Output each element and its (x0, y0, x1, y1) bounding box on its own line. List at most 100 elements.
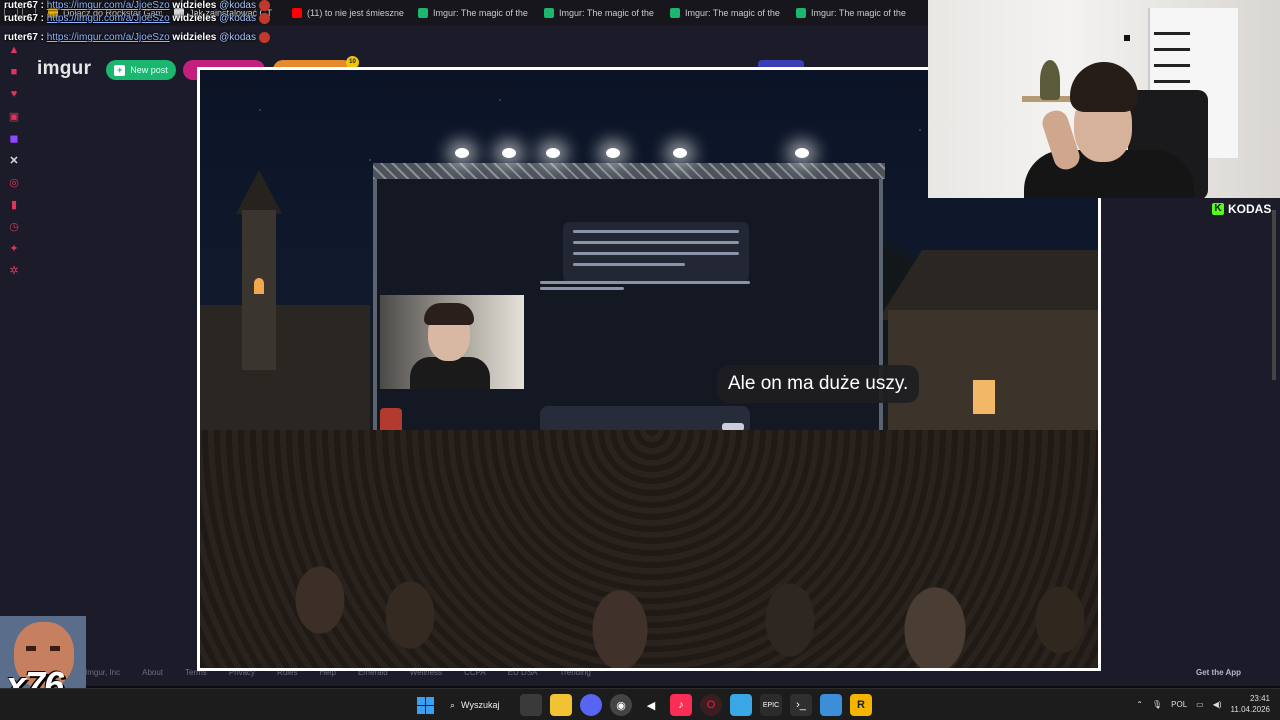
chat-mention: @kodas (219, 0, 256, 12)
network-icon[interactable]: ▭ (1196, 700, 1204, 709)
clock-time: 23:41 (1249, 694, 1270, 703)
imgur-icon (796, 8, 807, 18)
screen-webcam (380, 295, 524, 389)
chevron-up-icon[interactable]: ⌃ (1136, 700, 1143, 709)
decor-stripe (1154, 32, 1190, 35)
clock-icon[interactable]: ◷ (8, 220, 20, 233)
emote-eye (50, 646, 60, 651)
settings-icon[interactable]: ✲ (8, 264, 20, 277)
emote-icon (258, 12, 270, 24)
chat-username: ruter67 : (4, 12, 45, 24)
stage-light (606, 148, 620, 158)
rockstar-icon[interactable]: R (850, 694, 872, 716)
tab-label: (11) to nie jest śmieszne (307, 8, 404, 18)
stage-light (546, 148, 560, 158)
browser-tab[interactable]: Imgur: The magic of the (410, 3, 532, 23)
file-explorer-icon[interactable] (550, 694, 572, 716)
steam-icon[interactable]: ◉ (610, 694, 632, 716)
flame-icon[interactable]: ▲ (8, 44, 20, 56)
notepad-icon[interactable] (730, 694, 752, 716)
streamer-webcam (928, 0, 1280, 198)
browser-tab[interactable]: (11) to nie jest śmieszne (284, 3, 406, 23)
x-icon[interactable]: ✕ (8, 154, 20, 167)
image-icon[interactable]: ▣ (8, 110, 20, 123)
plant (1040, 60, 1060, 100)
imgur-icon (670, 8, 681, 18)
tab-label: Imgur: The magic of the (433, 8, 528, 18)
search-icon: ⌕ (450, 699, 456, 710)
streamer-brand: K KODAS (1212, 202, 1271, 216)
new-post-button[interactable]: + New post (106, 60, 176, 80)
chat-link[interactable]: https://imgur.com/a/JjoeSzo (47, 32, 170, 43)
heart-icon[interactable]: ♥ (8, 88, 20, 100)
start-icon[interactable] (414, 694, 436, 716)
chat-link[interactable]: https://imgur.com/a/JjoeSzo (47, 13, 170, 24)
stage-light (455, 148, 469, 158)
windows-taskbar: ⌕ Wyszukaj ◉ ◀ ♪ O EPIC ›_ R ⌃ 🎙 POL ▭ ◀… (0, 688, 1280, 720)
crowd (200, 430, 1098, 668)
kick-icon: K (1212, 203, 1224, 215)
star-icon[interactable]: ✦ (8, 242, 20, 255)
imgur-icon (544, 8, 555, 18)
browser-tab[interactable]: Imgur: The magic of the (536, 3, 658, 23)
youtube-icon (292, 8, 303, 18)
clock[interactable]: 23:41 11.04.2026 (1231, 693, 1270, 715)
volume-icon[interactable]: ◀) (1213, 700, 1222, 709)
stage-light (795, 148, 809, 158)
page-scrollbar[interactable] (1272, 210, 1276, 380)
chat-link[interactable]: https://imgur.com/a/JjoeSzo (47, 0, 170, 11)
chat-message: ruter67 : https://imgur.com/a/JjoeSzo wi… (4, 32, 270, 45)
taskbar-search[interactable]: ⌕ Wyszukaj (444, 694, 512, 716)
screen: ▲ ■ ♥ ▣ ◼ ✕ ◎ ▮ ◷ ✦ ✲ imgur + New post 1… (0, 0, 1280, 720)
wall-switch (1124, 35, 1130, 41)
stage-light (673, 148, 687, 158)
lit-window (973, 380, 995, 414)
epic-games-icon[interactable]: EPIC (760, 694, 782, 716)
get-app-link[interactable]: Get the App (1196, 668, 1241, 677)
discord-icon[interactable] (580, 694, 602, 716)
system-tray: ⌃ 🎙 POL ▭ ◀) 23:41 11.04.2026 (1136, 693, 1270, 715)
photos-icon[interactable] (820, 694, 842, 716)
language-indicator[interactable]: POL (1171, 700, 1187, 709)
footer-link[interactable]: About (142, 668, 163, 677)
twitch-icon[interactable]: ◼ (8, 132, 20, 145)
task-view-icon[interactable] (520, 694, 542, 716)
chat-message: ruter67 : https://imgur.com/a/JjoeSzo wi… (4, 12, 270, 26)
lighting-truss (373, 163, 885, 179)
browser-tab[interactable]: Imgur: The magic of the (662, 3, 784, 23)
emote-icon (258, 32, 270, 43)
church-roof (236, 170, 282, 214)
decor-stripe (1154, 48, 1190, 51)
stream-chat-overlay: ruter67 : https://imgur.com/a/JjoeSzo wi… (4, 0, 270, 43)
gear-icon[interactable]: ◎ (8, 176, 20, 189)
subtitle-caption: Ale on ma duże uszy. (717, 365, 920, 403)
browser-tab[interactable]: Imgur: The magic of the (788, 3, 910, 23)
imgur-icon (418, 8, 429, 18)
church-tower (242, 210, 276, 370)
terminal-icon[interactable]: ›_ (790, 694, 812, 716)
decor-stripe (1154, 64, 1190, 67)
lit-window (254, 278, 264, 294)
screen-chat-bubble (563, 222, 749, 282)
imgur-logo[interactable]: imgur (37, 58, 91, 80)
opera-icon[interactable]: O (700, 694, 722, 716)
imgur-sidebar: ▲ ■ ♥ ▣ ◼ ✕ ◎ ▮ ◷ ✦ ✲ (0, 26, 28, 626)
chat-mention: @kodas (219, 32, 256, 44)
chat-mention: @kodas (219, 12, 256, 24)
chat-text: widzieles (172, 0, 217, 12)
bag-icon[interactable]: ■ (8, 66, 20, 78)
decor-stripe (1154, 80, 1190, 83)
chat-message: ruter67 : https://imgur.com/a/JjoeSzo wi… (4, 0, 270, 13)
brand-label: KODAS (1228, 202, 1272, 216)
tab-label: Imgur: The magic of the (559, 8, 654, 18)
footer-link[interactable]: Imgur, Inc (85, 668, 120, 677)
bookmark-icon[interactable]: ▮ (8, 198, 20, 211)
streamer-hair (1070, 62, 1138, 112)
new-post-label: New post (130, 65, 168, 75)
capcut-icon[interactable]: ◀ (640, 694, 662, 716)
music-icon[interactable]: ♪ (670, 694, 692, 716)
microphone-icon[interactable]: 🎙 (1152, 700, 1162, 709)
emote-eye (26, 646, 36, 651)
plus-icon: + (114, 64, 126, 76)
clock-date: 11.04.2026 (1230, 705, 1270, 714)
